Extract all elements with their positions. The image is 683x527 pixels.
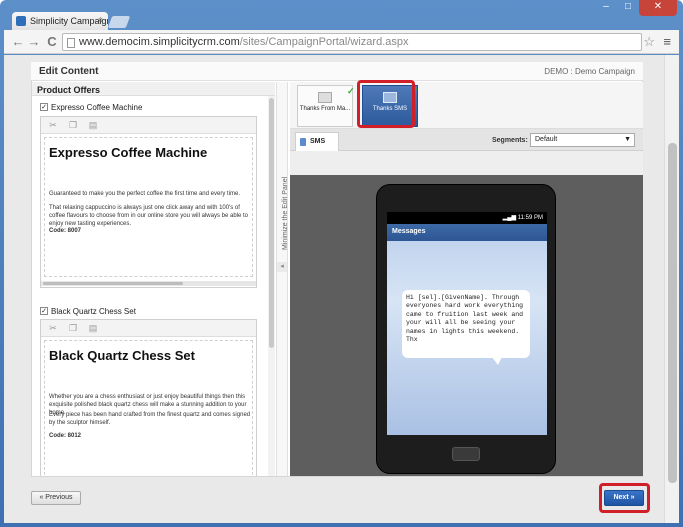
tile-thanks-email[interactable]: Thanks From Ma... [297, 85, 353, 127]
product-heading: Black Quartz Chess Set [49, 348, 195, 363]
done-check-icon: ✓ [347, 86, 355, 96]
url-host: www.democim.simplicitycrm.com [79, 36, 240, 48]
browser-toolbar: ← → C www.democim.simplicitycrm.com/site… [4, 30, 679, 54]
product-checkbox[interactable]: ✓ [40, 103, 48, 111]
page-icon [67, 38, 75, 48]
edit-header: Edit Content DEMO : Demo Campaign [31, 62, 643, 81]
product-heading: Expresso Coffee Machine [49, 145, 208, 160]
phone-status-bar: ▂▄▆ 11:59 PM [387, 212, 547, 224]
product-label: Expresso Coffee Machine [51, 103, 143, 112]
panel-scroll-thumb[interactable] [269, 98, 274, 348]
favicon-icon [16, 16, 26, 26]
previous-button[interactable]: « Previous [31, 491, 81, 505]
product-text: Every piece has been hand crafted from t… [49, 412, 251, 426]
collapse-arrow-icon[interactable]: ◂ [277, 262, 287, 272]
phone-home-button [452, 447, 480, 461]
editor-body[interactable]: Expresso Coffee Machine Guaranteed to ma… [44, 137, 253, 277]
address-bar[interactable]: www.democim.simplicitycrm.com/sites/Camp… [62, 33, 642, 51]
segments-value: Default [535, 136, 558, 143]
highlight-box [357, 80, 415, 128]
paste-icon[interactable]: ▤ [87, 323, 99, 334]
chevron-down-icon: ▼ [624, 136, 631, 143]
tab-close-icon[interactable]: × [98, 15, 103, 25]
sms-message-bubble: Hi [sel].[GivenName]. Through everyones … [402, 290, 530, 358]
preview-top-band [290, 151, 643, 175]
product-offers-panel: Product Offers ✓ Expresso Coffee Machine… [32, 82, 275, 476]
product-editor[interactable]: ✂ ❐ ▤ Expresso Coffee Machine Guaranteed… [40, 116, 257, 288]
copy-icon[interactable]: ❐ [67, 323, 79, 334]
paste-icon[interactable]: ▤ [87, 120, 99, 131]
product-editor[interactable]: ✂ ❐ ▤ Black Quartz Chess Set Whether you… [40, 319, 257, 476]
segments-select[interactable]: Default ▼ [530, 133, 635, 147]
wizard-footer [4, 480, 664, 523]
bookmark-star-icon[interactable]: ☆ [643, 34, 655, 50]
status-time: 11:59 PM [517, 215, 543, 221]
phone-icon [300, 138, 306, 146]
product-code: Code: 8007 [49, 228, 82, 234]
window-controls: – □ ✕ [595, 0, 677, 16]
highlight-box [599, 483, 650, 513]
product-text: Guaranteed to make you the perfect coffe… [49, 191, 240, 197]
page-title: Edit Content [39, 66, 99, 77]
step-tiles: Thanks From Ma... ✓ Thanks SMS ✓ [290, 82, 643, 129]
bubble-tail [492, 357, 502, 365]
product-code: Code: 8012 [49, 433, 82, 439]
url-path: /sites/CampaignPortal/wizard.aspx [239, 36, 409, 48]
messages-header: Messages [387, 224, 547, 241]
editor-toolbar: ✂ ❐ ▤ [41, 117, 256, 134]
tab-label: SMS [310, 138, 326, 145]
close-button[interactable]: ✕ [639, 0, 677, 16]
segments-label: Segments: [492, 137, 528, 144]
email-icon [318, 92, 332, 103]
tab-sms[interactable]: SMS [295, 132, 339, 151]
product-text: That relaxing cappuccino is always just … [49, 205, 248, 227]
tile-label: Thanks From Ma... [299, 106, 351, 112]
reload-button[interactable]: C [44, 34, 60, 50]
copy-icon[interactable]: ❐ [67, 120, 79, 131]
signal-icon: ▂▄▆ [502, 215, 518, 221]
product-label: Black Quartz Chess Set [51, 307, 136, 316]
maximize-button[interactable]: □ [617, 0, 639, 16]
cut-icon[interactable]: ✂ [47, 120, 59, 131]
scrollbar-thumb[interactable] [668, 143, 677, 483]
product-checkbox[interactable]: ✓ [40, 307, 48, 315]
tab-title: Simplicity Campaign Port [30, 16, 108, 26]
editor-toolbar: ✂ ❐ ▤ [41, 320, 256, 337]
minimize-label[interactable]: Minimize the Edit Panel [282, 177, 289, 250]
page-scrollbar[interactable] [664, 55, 679, 523]
cut-icon[interactable]: ✂ [47, 323, 59, 334]
forward-button[interactable]: → [26, 34, 42, 50]
editor-hscroll[interactable] [41, 281, 256, 286]
minimize-button[interactable]: – [595, 0, 617, 16]
hscroll-thumb[interactable] [43, 282, 183, 285]
minimize-edit-panel[interactable] [276, 82, 288, 476]
browser-tab[interactable]: Simplicity Campaign Port × [12, 12, 108, 30]
browser-menu-icon[interactable]: ≡ [663, 34, 671, 49]
campaign-name: DEMO : Demo Campaign [544, 67, 635, 76]
panel-title: Product Offers [32, 82, 275, 96]
panel-scrollbar[interactable] [268, 96, 275, 476]
editor-body[interactable]: Black Quartz Chess Set Whether you are a… [44, 340, 253, 476]
back-button[interactable]: ← [10, 34, 26, 50]
